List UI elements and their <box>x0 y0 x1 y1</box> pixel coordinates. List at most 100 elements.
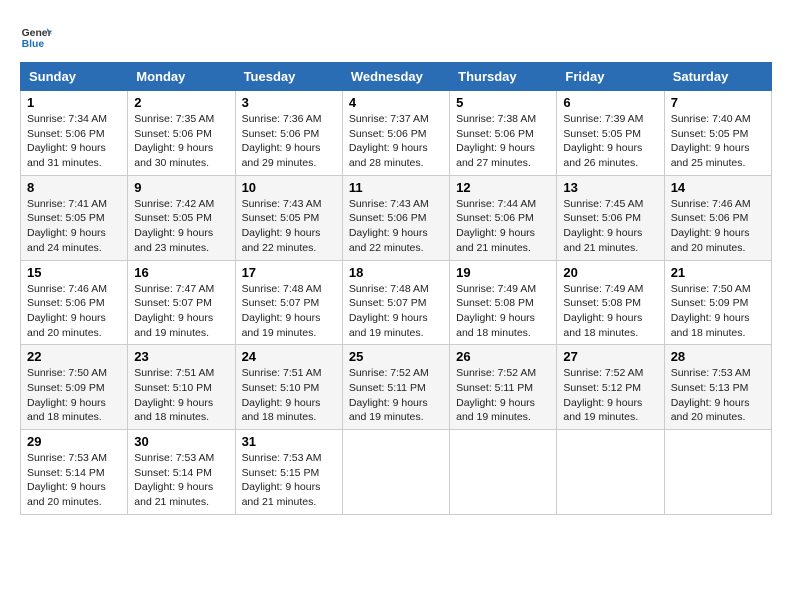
calendar-week-row: 15 Sunrise: 7:46 AMSunset: 5:06 PMDaylig… <box>21 260 772 345</box>
calendar-week-row: 29 Sunrise: 7:53 AMSunset: 5:14 PMDaylig… <box>21 430 772 515</box>
day-number: 11 <box>349 180 443 195</box>
day-number: 27 <box>563 349 657 364</box>
day-info: Sunrise: 7:46 AMSunset: 5:06 PMDaylight:… <box>27 282 121 341</box>
day-info: Sunrise: 7:39 AMSunset: 5:05 PMDaylight:… <box>563 112 657 171</box>
logo: General Blue <box>20 20 56 52</box>
day-number: 23 <box>134 349 228 364</box>
calendar-cell: 9 Sunrise: 7:42 AMSunset: 5:05 PMDayligh… <box>128 175 235 260</box>
calendar-cell: 4 Sunrise: 7:37 AMSunset: 5:06 PMDayligh… <box>342 91 449 176</box>
day-number: 2 <box>134 95 228 110</box>
day-number: 17 <box>242 265 336 280</box>
day-number: 8 <box>27 180 121 195</box>
day-number: 10 <box>242 180 336 195</box>
calendar-cell: 23 Sunrise: 7:51 AMSunset: 5:10 PMDaylig… <box>128 345 235 430</box>
day-info: Sunrise: 7:50 AMSunset: 5:09 PMDaylight:… <box>27 366 121 425</box>
day-number: 28 <box>671 349 765 364</box>
column-header-wednesday: Wednesday <box>342 63 449 91</box>
calendar-week-row: 22 Sunrise: 7:50 AMSunset: 5:09 PMDaylig… <box>21 345 772 430</box>
day-info: Sunrise: 7:44 AMSunset: 5:06 PMDaylight:… <box>456 197 550 256</box>
calendar-cell: 8 Sunrise: 7:41 AMSunset: 5:05 PMDayligh… <box>21 175 128 260</box>
day-info: Sunrise: 7:51 AMSunset: 5:10 PMDaylight:… <box>242 366 336 425</box>
calendar-week-row: 1 Sunrise: 7:34 AMSunset: 5:06 PMDayligh… <box>21 91 772 176</box>
day-number: 29 <box>27 434 121 449</box>
day-info: Sunrise: 7:52 AMSunset: 5:11 PMDaylight:… <box>349 366 443 425</box>
calendar-cell: 7 Sunrise: 7:40 AMSunset: 5:05 PMDayligh… <box>664 91 771 176</box>
day-info: Sunrise: 7:42 AMSunset: 5:05 PMDaylight:… <box>134 197 228 256</box>
day-number: 19 <box>456 265 550 280</box>
day-info: Sunrise: 7:37 AMSunset: 5:06 PMDaylight:… <box>349 112 443 171</box>
column-header-thursday: Thursday <box>450 63 557 91</box>
column-header-saturday: Saturday <box>664 63 771 91</box>
day-number: 18 <box>349 265 443 280</box>
calendar-cell: 1 Sunrise: 7:34 AMSunset: 5:06 PMDayligh… <box>21 91 128 176</box>
day-info: Sunrise: 7:36 AMSunset: 5:06 PMDaylight:… <box>242 112 336 171</box>
day-number: 5 <box>456 95 550 110</box>
column-header-tuesday: Tuesday <box>235 63 342 91</box>
day-info: Sunrise: 7:50 AMSunset: 5:09 PMDaylight:… <box>671 282 765 341</box>
calendar-cell: 6 Sunrise: 7:39 AMSunset: 5:05 PMDayligh… <box>557 91 664 176</box>
calendar-cell: 30 Sunrise: 7:53 AMSunset: 5:14 PMDaylig… <box>128 430 235 515</box>
day-number: 25 <box>349 349 443 364</box>
day-info: Sunrise: 7:43 AMSunset: 5:05 PMDaylight:… <box>242 197 336 256</box>
calendar-table: SundayMondayTuesdayWednesdayThursdayFrid… <box>20 62 772 515</box>
day-info: Sunrise: 7:34 AMSunset: 5:06 PMDaylight:… <box>27 112 121 171</box>
day-info: Sunrise: 7:53 AMSunset: 5:15 PMDaylight:… <box>242 451 336 510</box>
day-number: 22 <box>27 349 121 364</box>
day-info: Sunrise: 7:35 AMSunset: 5:06 PMDaylight:… <box>134 112 228 171</box>
day-number: 30 <box>134 434 228 449</box>
calendar-cell: 25 Sunrise: 7:52 AMSunset: 5:11 PMDaylig… <box>342 345 449 430</box>
calendar-week-row: 8 Sunrise: 7:41 AMSunset: 5:05 PMDayligh… <box>21 175 772 260</box>
calendar-cell <box>664 430 771 515</box>
calendar-cell: 10 Sunrise: 7:43 AMSunset: 5:05 PMDaylig… <box>235 175 342 260</box>
calendar-cell: 12 Sunrise: 7:44 AMSunset: 5:06 PMDaylig… <box>450 175 557 260</box>
calendar-cell: 5 Sunrise: 7:38 AMSunset: 5:06 PMDayligh… <box>450 91 557 176</box>
calendar-cell: 31 Sunrise: 7:53 AMSunset: 5:15 PMDaylig… <box>235 430 342 515</box>
calendar-cell: 18 Sunrise: 7:48 AMSunset: 5:07 PMDaylig… <box>342 260 449 345</box>
calendar-cell: 27 Sunrise: 7:52 AMSunset: 5:12 PMDaylig… <box>557 345 664 430</box>
day-info: Sunrise: 7:52 AMSunset: 5:11 PMDaylight:… <box>456 366 550 425</box>
column-header-friday: Friday <box>557 63 664 91</box>
calendar-cell: 28 Sunrise: 7:53 AMSunset: 5:13 PMDaylig… <box>664 345 771 430</box>
day-info: Sunrise: 7:53 AMSunset: 5:14 PMDaylight:… <box>27 451 121 510</box>
svg-text:Blue: Blue <box>22 39 45 50</box>
calendar-cell: 15 Sunrise: 7:46 AMSunset: 5:06 PMDaylig… <box>21 260 128 345</box>
calendar-header-row: SundayMondayTuesdayWednesdayThursdayFrid… <box>21 63 772 91</box>
day-number: 6 <box>563 95 657 110</box>
day-number: 16 <box>134 265 228 280</box>
calendar-cell <box>450 430 557 515</box>
day-info: Sunrise: 7:41 AMSunset: 5:05 PMDaylight:… <box>27 197 121 256</box>
day-info: Sunrise: 7:45 AMSunset: 5:06 PMDaylight:… <box>563 197 657 256</box>
day-number: 3 <box>242 95 336 110</box>
day-number: 31 <box>242 434 336 449</box>
calendar-cell: 19 Sunrise: 7:49 AMSunset: 5:08 PMDaylig… <box>450 260 557 345</box>
calendar-cell: 16 Sunrise: 7:47 AMSunset: 5:07 PMDaylig… <box>128 260 235 345</box>
day-number: 1 <box>27 95 121 110</box>
day-number: 15 <box>27 265 121 280</box>
day-info: Sunrise: 7:51 AMSunset: 5:10 PMDaylight:… <box>134 366 228 425</box>
day-number: 4 <box>349 95 443 110</box>
day-info: Sunrise: 7:48 AMSunset: 5:07 PMDaylight:… <box>242 282 336 341</box>
logo-icon: General Blue <box>20 20 52 52</box>
calendar-cell <box>342 430 449 515</box>
calendar-cell: 24 Sunrise: 7:51 AMSunset: 5:10 PMDaylig… <box>235 345 342 430</box>
day-info: Sunrise: 7:49 AMSunset: 5:08 PMDaylight:… <box>563 282 657 341</box>
calendar-cell: 14 Sunrise: 7:46 AMSunset: 5:06 PMDaylig… <box>664 175 771 260</box>
day-info: Sunrise: 7:53 AMSunset: 5:14 PMDaylight:… <box>134 451 228 510</box>
calendar-cell: 13 Sunrise: 7:45 AMSunset: 5:06 PMDaylig… <box>557 175 664 260</box>
column-header-sunday: Sunday <box>21 63 128 91</box>
page-header: General Blue <box>20 20 772 52</box>
calendar-cell: 11 Sunrise: 7:43 AMSunset: 5:06 PMDaylig… <box>342 175 449 260</box>
day-number: 14 <box>671 180 765 195</box>
calendar-cell: 2 Sunrise: 7:35 AMSunset: 5:06 PMDayligh… <box>128 91 235 176</box>
calendar-cell: 29 Sunrise: 7:53 AMSunset: 5:14 PMDaylig… <box>21 430 128 515</box>
day-number: 12 <box>456 180 550 195</box>
calendar-cell: 26 Sunrise: 7:52 AMSunset: 5:11 PMDaylig… <box>450 345 557 430</box>
day-info: Sunrise: 7:48 AMSunset: 5:07 PMDaylight:… <box>349 282 443 341</box>
column-header-monday: Monday <box>128 63 235 91</box>
day-info: Sunrise: 7:52 AMSunset: 5:12 PMDaylight:… <box>563 366 657 425</box>
day-number: 24 <box>242 349 336 364</box>
day-info: Sunrise: 7:43 AMSunset: 5:06 PMDaylight:… <box>349 197 443 256</box>
calendar-cell: 3 Sunrise: 7:36 AMSunset: 5:06 PMDayligh… <box>235 91 342 176</box>
day-info: Sunrise: 7:47 AMSunset: 5:07 PMDaylight:… <box>134 282 228 341</box>
calendar-cell <box>557 430 664 515</box>
